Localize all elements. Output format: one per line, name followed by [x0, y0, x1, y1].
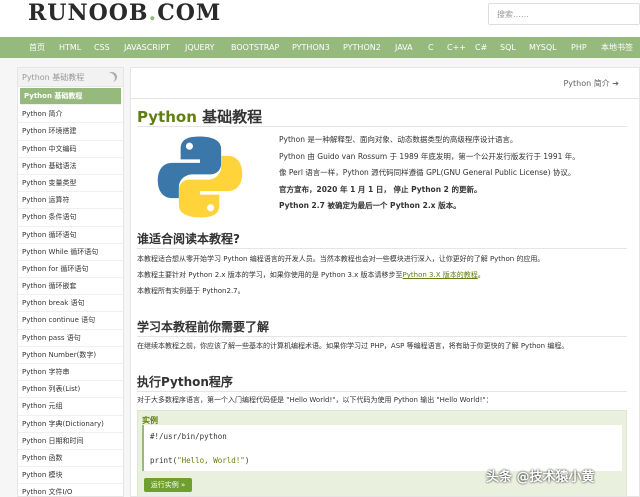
sidebar-item[interactable]: Python 函数 — [18, 450, 123, 468]
sidebar-item[interactable]: Python 条件语句 — [18, 209, 123, 227]
sidebar-item[interactable]: Python While 循环语句 — [18, 244, 123, 261]
watermark: 头条 @技术猿小黄 — [486, 470, 595, 485]
sidebar-item[interactable]: Python 元组 — [18, 398, 123, 416]
paragraph-text: 。 — [477, 271, 485, 279]
sidebar-item[interactable]: Python 日期和时间 — [18, 433, 123, 450]
paragraph: 在继续本教程之前，你应该了解一些基本的计算机编程术语。如果你学习过 PHP，AS… — [137, 342, 569, 350]
intro-line: Python 2.7 被确定为最后一个 Python 2.x 版本。 — [279, 201, 461, 210]
divider — [137, 248, 627, 249]
nav-item-bootstrap[interactable]: BOOTSTRAP — [231, 37, 279, 58]
nav-item-c[interactable]: C — [428, 37, 434, 58]
sidebar-item[interactable]: Python 基础教程 — [20, 88, 121, 106]
sidebar-item[interactable]: Python 文件I/O — [18, 484, 123, 496]
sidebar-header: Python 基础教程 — [18, 68, 123, 87]
nav-item-java[interactable]: JAVA — [395, 37, 413, 58]
sidebar-item[interactable]: Python Number(数字) — [18, 347, 123, 364]
code-string: "Hello, World!" — [177, 456, 245, 465]
paragraph: 本教程主要针对 Python 2.x 版本的学习，如果你使用的是 Python … — [137, 267, 627, 283]
divider — [137, 126, 627, 127]
nav-item-mysql[interactable]: MYSQL — [529, 37, 557, 58]
main-content: Python 简介 ➔ Python 基础教程 Python 是一种解释型、面向… — [130, 67, 640, 497]
python-logo-icon — [157, 136, 243, 218]
paragraph-text: 本教程主要针对 Python 2.x 版本的学习，如果你使用的是 Python … — [137, 271, 403, 279]
sidebar-item[interactable]: Python 中文编码 — [18, 141, 123, 158]
page-title-rest: 基础教程 — [196, 108, 263, 126]
sidebar-item[interactable]: Python 变量类型 — [18, 175, 123, 193]
site-logo[interactable]: RUNOOB.COM — [28, 0, 221, 26]
site-header: RUNOOB.COM 搜索…… — [0, 0, 640, 37]
sidebar-title: Python 基础教程 — [22, 73, 85, 82]
moon-icon[interactable] — [107, 72, 117, 82]
intro-line: Python 由 Guido van Rossum 于 1989 年底发明，第一… — [279, 151, 580, 161]
nav-item-cpp[interactable]: C++ — [447, 37, 466, 58]
sidebar-item[interactable]: Python pass 语句 — [18, 330, 123, 347]
code-line: #!/usr/bin/python — [150, 432, 227, 441]
python3-tutorial-link[interactable]: Python 3.X 版本的教程 — [403, 271, 478, 279]
section-title: 执行Python程序 — [137, 375, 233, 389]
sidebar-item[interactable]: Python for 循环语句 — [18, 261, 123, 279]
nav-item-html[interactable]: HTML — [59, 37, 81, 58]
logo-dot: . — [148, 0, 158, 26]
nav-item-sql[interactable]: SQL — [500, 37, 516, 58]
paragraph: 本教程所有实例基于 Python2.7。 — [137, 287, 245, 295]
nav-item-php[interactable]: PHP — [571, 37, 587, 58]
sidebar-item[interactable]: Python 环境搭建 — [18, 123, 123, 141]
run-example-button[interactable]: 运行实例 » — [144, 478, 192, 492]
sidebar-item[interactable]: Python break 语句 — [18, 295, 123, 313]
next-page-link[interactable]: Python 简介 ➔ — [563, 78, 619, 89]
sidebar-item[interactable]: Python continue 语句 — [18, 312, 123, 330]
nav-item-css[interactable]: CSS — [94, 37, 110, 58]
sidebar-item[interactable]: Python 简介 — [18, 106, 123, 124]
divider — [137, 336, 627, 337]
sidebar: Python 基础教程 Python 基础教程 Python 简介 Python… — [17, 67, 124, 497]
intro-text: Python 是一种解释型、面向对象、动态数据类型的高级程序设计语言。 Pyth… — [279, 132, 619, 215]
sidebar-item[interactable]: Python 循环语句 — [18, 227, 123, 244]
sidebar-item[interactable]: Python 模块 — [18, 467, 123, 485]
sidebar-item[interactable]: Python 列表(List) — [18, 381, 123, 399]
logo-main: RUNOOB — [28, 0, 149, 26]
sidebar-item[interactable]: Python 字典(Dictionary) — [18, 416, 123, 433]
sidebar-item[interactable]: Python 循环嵌套 — [18, 278, 123, 296]
section-title: 谁适合阅读本教程? — [137, 232, 240, 246]
page-title: Python 基础教程 — [137, 106, 262, 127]
page-title-python: Python — [137, 108, 197, 126]
code-token: print( — [150, 456, 178, 465]
nav-item-csharp[interactable]: C# — [475, 37, 487, 58]
intro-line: 官方宣布，2020 年 1 月 1 日， 停止 Python 2 的更新。 — [279, 184, 482, 194]
code-block: #!/usr/bin/python print("Hello, World!") — [142, 425, 622, 471]
code-token: ) — [244, 456, 250, 465]
logo-tld: COM — [157, 0, 222, 26]
nav-item-python3[interactable]: PYTHON3 — [292, 37, 330, 58]
nav-item-jquery[interactable]: JQUERY — [185, 37, 215, 58]
nav-item-python2[interactable]: PYTHON2 — [343, 37, 381, 58]
divider — [131, 98, 639, 99]
sidebar-item[interactable]: Python 字符串 — [18, 364, 123, 382]
top-nav: 首页 HTML CSS JAVASCRIPT JQUERY BOOTSTRAP … — [0, 37, 640, 58]
search-input[interactable]: 搜索…… — [488, 3, 640, 25]
sidebar-item[interactable]: Python 运算符 — [18, 192, 123, 210]
nav-item-javascript[interactable]: JAVASCRIPT — [124, 37, 170, 58]
intro-line: Python 是一种解释型、面向对象、动态数据类型的高级程序设计语言。 — [279, 135, 518, 144]
nav-item-home[interactable]: 首页 — [29, 37, 45, 58]
section-title: 学习本教程前你需要了解 — [137, 320, 270, 334]
sidebar-item[interactable]: Python 基础语法 — [18, 158, 123, 175]
paragraph: 本教程适合想从零开始学习 Python 编程语言的开发人员。当然本教程也会对一些… — [137, 255, 545, 263]
paragraph: 对于大多数程序语言，第一个入门编程代码便是 "Hello World!"，以下代… — [137, 396, 493, 404]
intro-line: 像 Perl 语言一样，Python 源代码同样遵循 GPL(GNU Gener… — [279, 168, 576, 177]
nav-item-bookmarks[interactable]: 本地书签 — [601, 37, 633, 58]
